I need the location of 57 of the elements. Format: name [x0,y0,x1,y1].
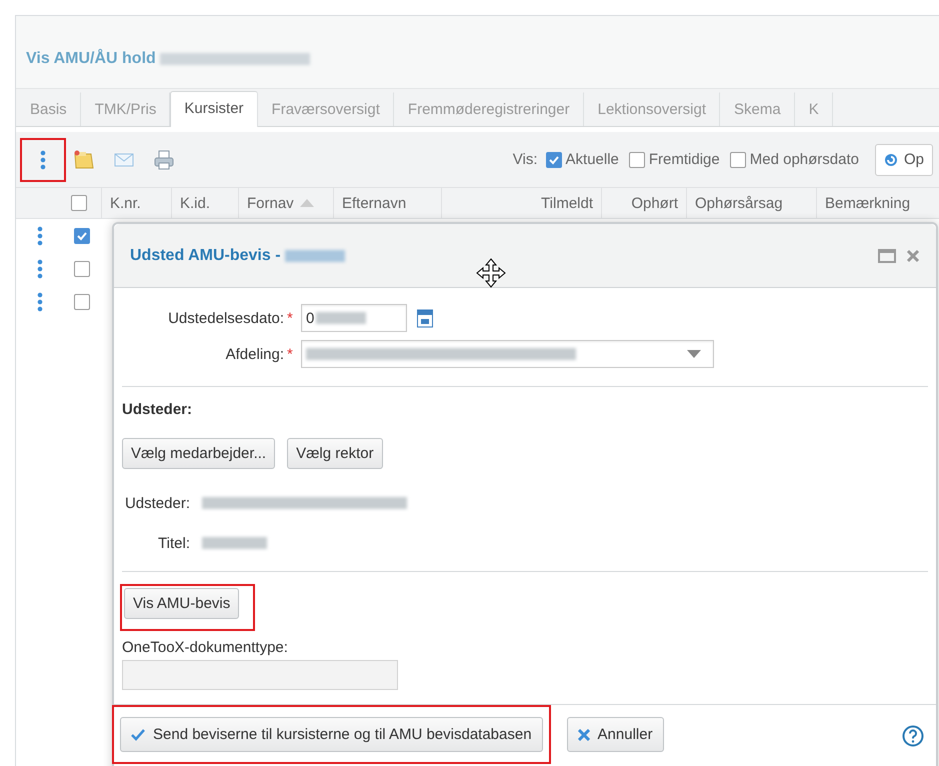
column-header[interactable]: Ophørt [601,188,686,218]
checkbox-label: Fremtidige [648,151,720,168]
checkbox-label: Aktuelle [566,151,619,168]
required-mark: * [287,346,294,362]
column-header[interactable]: Ophørsårsag [686,188,816,218]
column-header[interactable]: Bemærkning [816,188,939,218]
dropdown-caret-icon [687,350,701,358]
check-icon [131,728,145,740]
checkbox[interactable] [628,152,645,168]
check-icon [76,230,88,242]
kebab-menu-icon [40,150,46,170]
date-field[interactable]: 0 [301,304,407,332]
refresh-icon [884,152,898,166]
checkbox-label: Med ophørsdato [750,151,859,168]
close-icon [578,728,590,740]
department-select[interactable] [301,340,714,368]
kebab-menu-icon [36,292,42,312]
tab[interactable]: Kursister [170,91,258,127]
filter-label: Vis: [512,151,538,168]
row-checkbox[interactable] [74,228,90,244]
select-button[interactable]: Vælg medarbejder... [122,438,276,469]
info-label: Titel: [157,534,191,552]
blurred-text [316,312,366,324]
info-label: Udsteder: [124,494,191,512]
blurred-text [202,537,267,549]
send-button[interactable]: Send beviserne til kursisterne og til AMU bevisdatabasen [120,717,543,752]
field-label: Afdeling: [224,346,285,362]
select-all-checkbox[interactable] [71,195,87,211]
section-heading: Udsteder: [122,401,194,418]
blurred-text [284,250,345,262]
required-mark: * [287,310,294,326]
cancel-button[interactable]: Annuller [566,717,664,752]
refresh-button[interactable]: Op [874,144,933,176]
row-checkbox[interactable] [74,260,90,276]
checkbox[interactable] [730,152,746,168]
check-icon [548,154,560,166]
show-certificate-button[interactable]: Vis AMU-bevis [124,588,240,619]
maximize-icon[interactable] [878,248,896,262]
kebab-menu-icon [36,226,42,246]
column-header[interactable]: K.nr. [101,188,171,218]
column-header[interactable]: Tilmeldt [441,188,601,218]
field-label: OneTooX-dokumenttype: [122,639,289,656]
column-header[interactable]: K.id. [171,188,238,218]
column-header[interactable]: Fornav [238,188,333,218]
field-label: Udstedelsesdato: [167,310,285,326]
checkbox[interactable] [546,152,562,168]
select-button[interactable]: Vælg rektor [287,438,383,469]
menu-button[interactable] [22,140,64,180]
move-cursor-icon [476,258,506,288]
calendar-icon[interactable] [417,308,433,328]
close-icon[interactable] [906,248,920,262]
column-header[interactable]: Efternavn [333,188,441,218]
row-checkbox[interactable] [74,294,90,310]
kebab-menu-icon [36,258,42,278]
help-icon[interactable] [902,725,924,747]
page-title: Vis AMU/ÅU hold [26,50,156,68]
dialog-title: Udsted AMU-bevis - [130,246,281,264]
